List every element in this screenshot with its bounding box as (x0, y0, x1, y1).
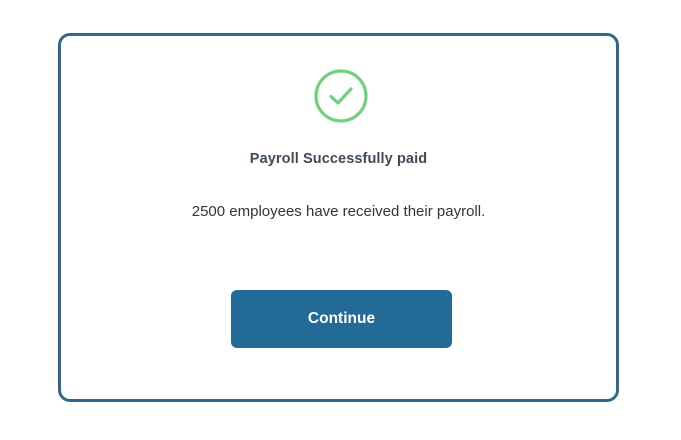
check-circle-icon (314, 69, 368, 123)
dialog-message: 2500 employees have received their payro… (191, 203, 486, 220)
continue-button[interactable]: Continue (231, 290, 452, 348)
dialog-title: Payroll Successfully paid (249, 151, 428, 167)
payroll-success-dialog: Payroll Successfully paid 2500 employees… (58, 33, 619, 402)
